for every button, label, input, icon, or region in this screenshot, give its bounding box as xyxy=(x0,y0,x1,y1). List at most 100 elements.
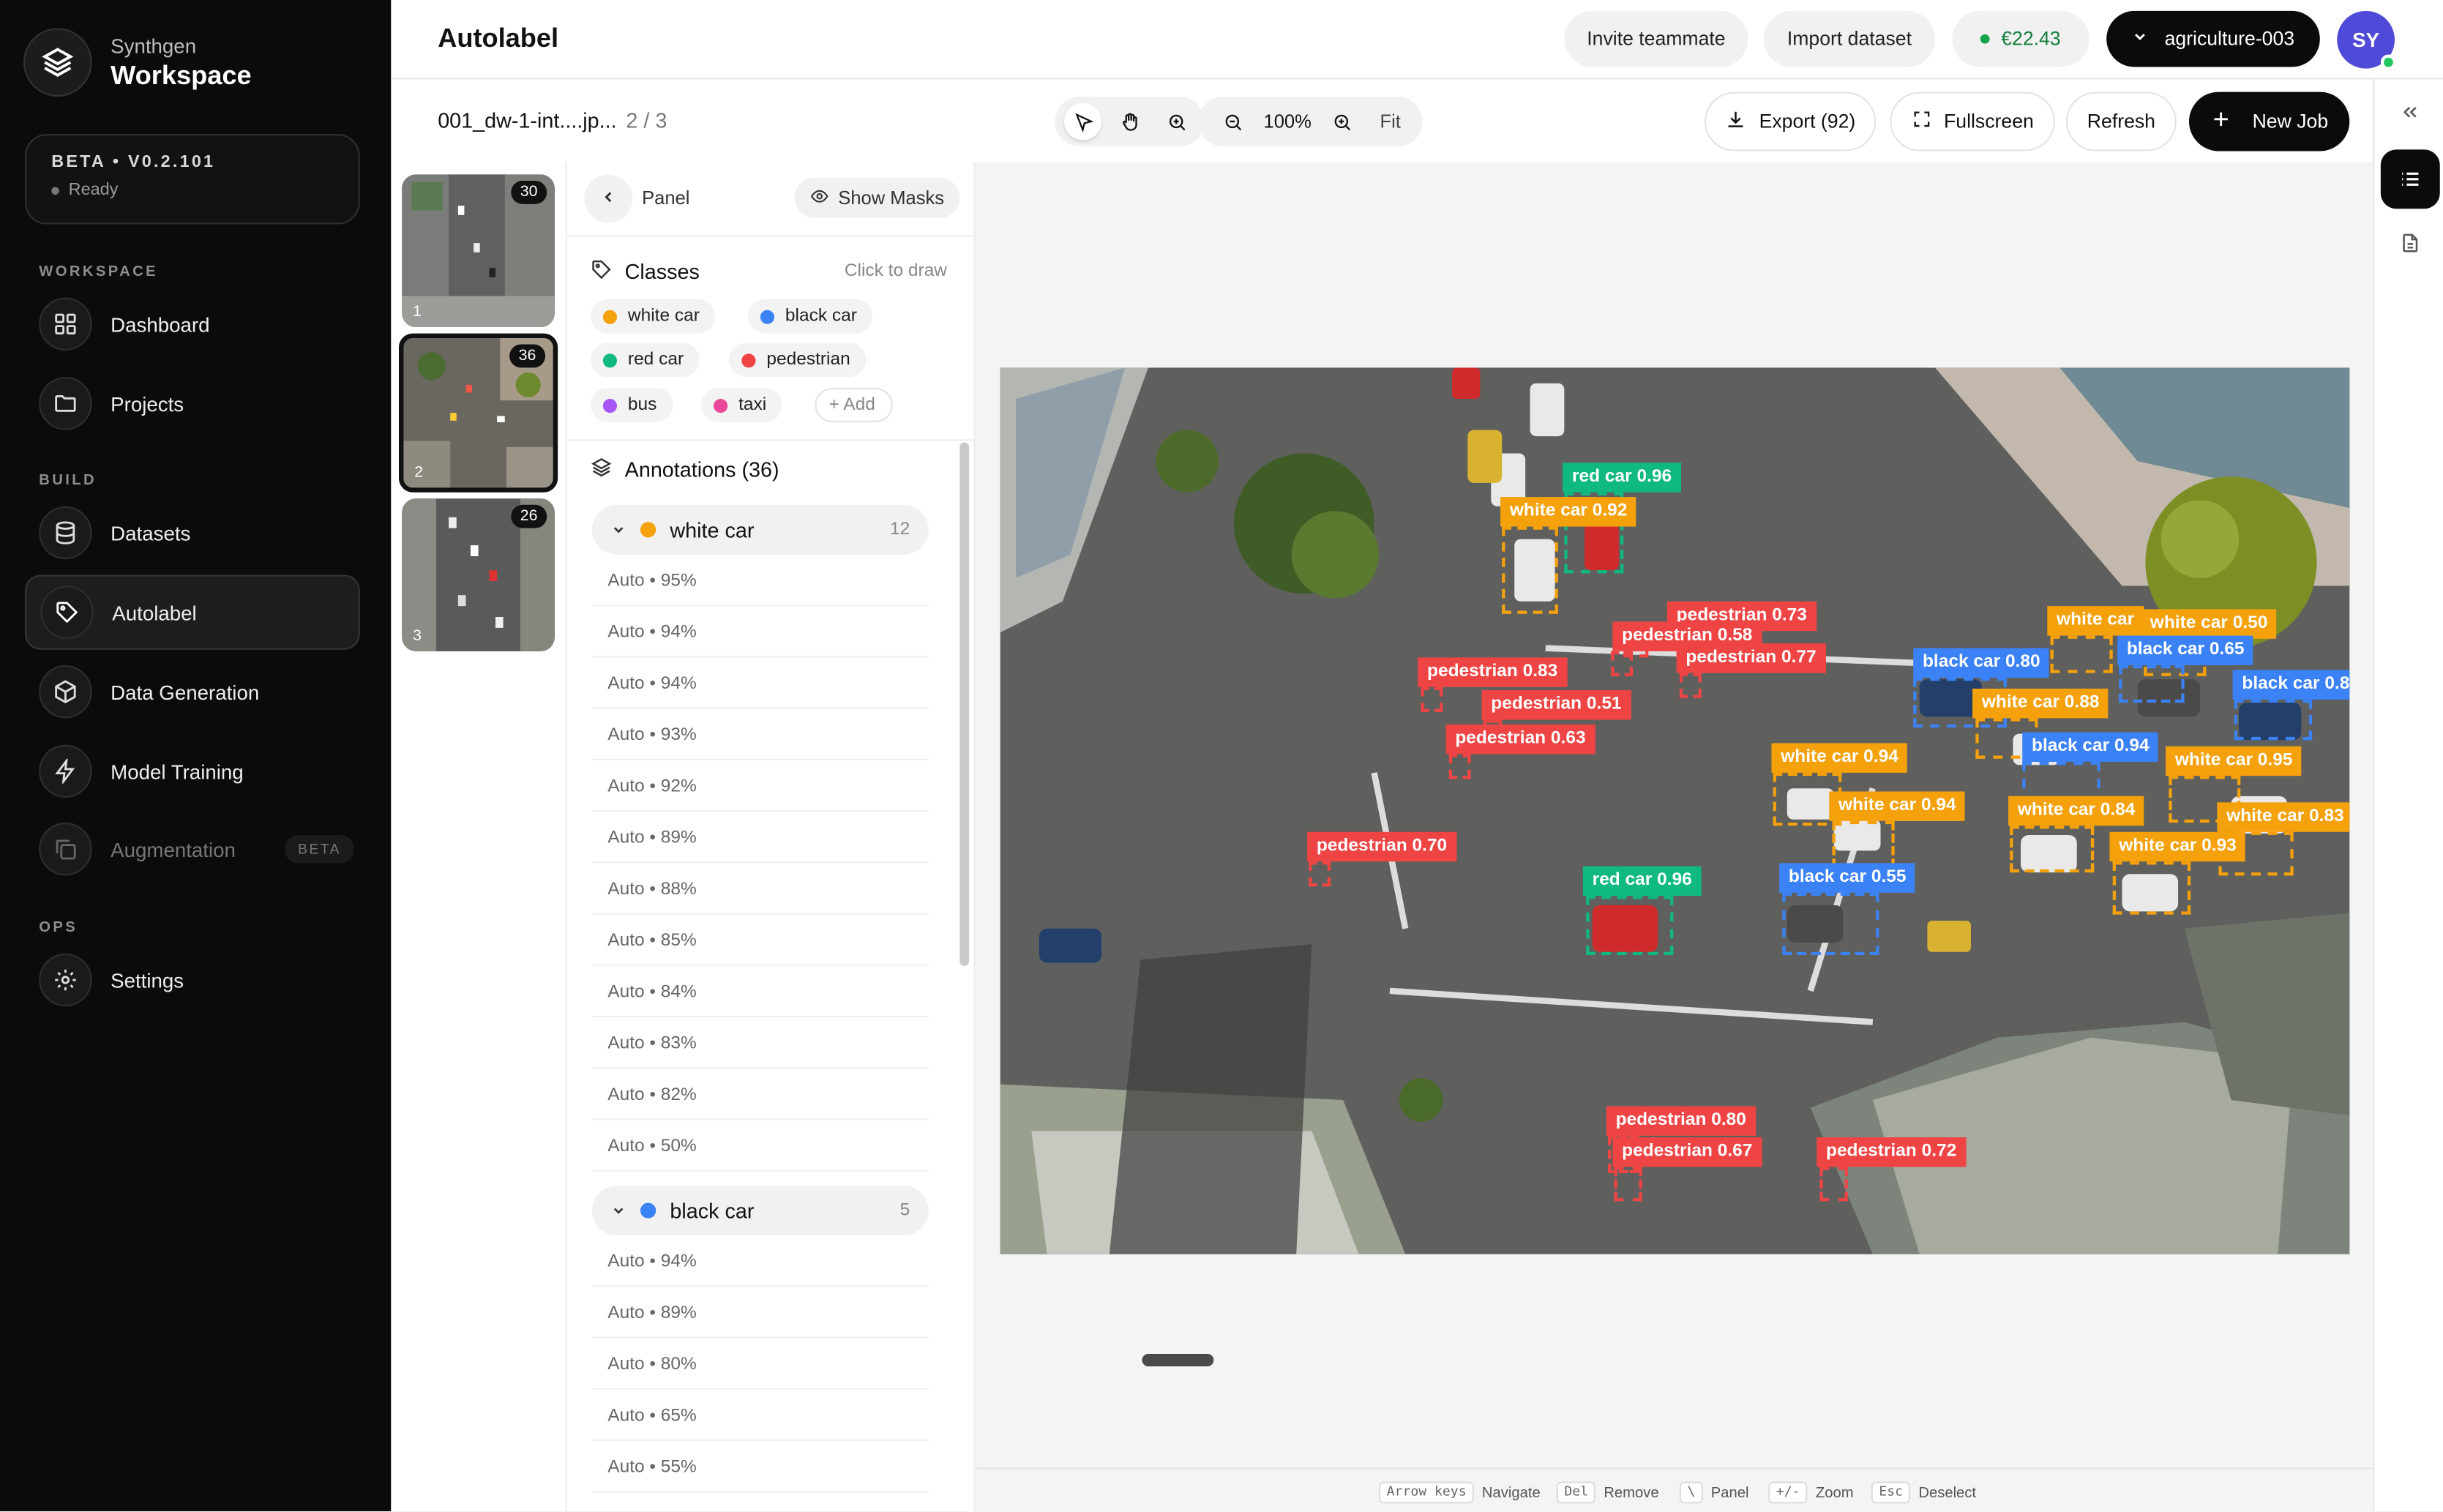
class-chip-red-car[interactable]: red car xyxy=(590,343,700,378)
import-dataset-button[interactable]: Import dataset xyxy=(1763,10,1936,67)
detection-box[interactable] xyxy=(1421,686,1443,712)
annotation-row[interactable]: Auto • 84% xyxy=(591,966,929,1018)
detection-label[interactable]: black car 0.55 xyxy=(1779,863,1916,893)
detection-label[interactable]: white car 0.92 xyxy=(1500,497,1637,527)
aerial-image[interactable]: red car 0.96 white car 0.92 pedestrian 0.7… xyxy=(1000,367,2350,1254)
thumbnail-1[interactable]: 30 1 xyxy=(402,174,555,328)
sidebar-item-projects[interactable]: Projects xyxy=(25,366,360,441)
zoom-in-icon[interactable] xyxy=(1324,103,1361,141)
sidebar-item-data-generation[interactable]: Data Generation xyxy=(25,654,360,729)
zoom-out-icon[interactable] xyxy=(1213,103,1251,141)
detection-box[interactable] xyxy=(2050,635,2113,673)
annotation-row[interactable]: Auto • 88% xyxy=(591,863,929,915)
class-chip-white-car[interactable]: white car xyxy=(590,299,716,334)
refresh-button[interactable]: Refresh xyxy=(2065,91,2177,151)
detection-label[interactable]: white car 0.84 xyxy=(2008,796,2145,826)
detection-box[interactable] xyxy=(2112,861,2191,915)
detection-label[interactable]: red car 0.96 xyxy=(1563,463,1681,493)
project-selector[interactable]: agriculture-003 xyxy=(2106,10,2320,67)
detection-label[interactable]: white car 0.94 xyxy=(1771,743,1908,773)
annotation-row[interactable]: Auto • 89% xyxy=(591,812,929,864)
detection-label[interactable]: white car 0.83 xyxy=(2217,802,2350,832)
thumbnail-2[interactable]: 36 2 xyxy=(398,333,558,493)
invite-teammate-button[interactable]: Invite teammate xyxy=(1564,10,1748,67)
detection-box[interactable] xyxy=(1502,526,1558,614)
sidebar-item-model-training[interactable]: Model Training xyxy=(25,734,360,809)
detection-box[interactable] xyxy=(1309,861,1331,887)
annotation-row[interactable]: Auto • 80% xyxy=(591,1339,929,1390)
list-view-icon[interactable] xyxy=(2380,149,2440,209)
new-job-button[interactable]: New Job xyxy=(2189,91,2350,151)
detection-label[interactable]: black car 0.8 xyxy=(2232,670,2350,700)
annotation-row[interactable]: Auto • 89% xyxy=(591,1287,929,1339)
class-chip-taxi[interactable]: taxi xyxy=(700,388,782,422)
sidebar-item-augmentation[interactable]: Augmentation BETA xyxy=(25,812,360,886)
annotation-row[interactable]: Auto • 65% xyxy=(591,1390,929,1442)
detection-box[interactable] xyxy=(1448,754,1471,779)
detection-label[interactable]: black car 0.80 xyxy=(1913,648,2050,678)
show-masks-button[interactable]: Show Masks xyxy=(794,177,960,219)
detection-label[interactable]: pedestrian 0.51 xyxy=(1481,690,1631,720)
detection-box[interactable] xyxy=(1586,896,1674,955)
annotation-group-white-car[interactable]: white car 12 xyxy=(591,504,929,555)
detection-label[interactable]: pedestrian 0.77 xyxy=(1676,643,1826,673)
annotation-row[interactable]: Auto • 83% xyxy=(591,1017,929,1069)
detection-label[interactable]: red car 0.96 xyxy=(1582,866,1702,897)
detection-label[interactable]: pedestrian 0.67 xyxy=(1612,1137,1762,1167)
sidebar-item-autolabel[interactable]: Autolabel xyxy=(25,575,360,650)
collapse-rail-icon[interactable] xyxy=(2381,83,2440,142)
export-button[interactable]: Export (92) xyxy=(1704,91,1877,151)
detection-label[interactable]: white car 0.94 xyxy=(1829,791,1966,821)
sidebar-item-datasets[interactable]: Datasets xyxy=(25,495,360,570)
detection-box[interactable] xyxy=(2010,826,2095,873)
avatar[interactable]: SY xyxy=(2337,10,2397,70)
detection-label[interactable]: white car xyxy=(2047,606,2144,636)
fit-button[interactable]: Fit xyxy=(1374,111,1407,132)
detection-box[interactable] xyxy=(1611,651,1634,676)
detection-label[interactable]: white car 0.88 xyxy=(1972,688,2109,719)
class-chip-pedestrian[interactable]: pedestrian xyxy=(729,343,867,378)
hand-tool-icon[interactable] xyxy=(1111,103,1148,141)
annotation-row[interactable]: Auto • 92% xyxy=(591,760,929,812)
panel-scrollbar[interactable] xyxy=(959,442,970,966)
annotation-row[interactable]: Auto • 82% xyxy=(591,1068,929,1120)
credits-badge[interactable]: €22.43 xyxy=(1952,10,2090,67)
detection-box[interactable] xyxy=(1832,820,1895,868)
detection-label[interactable]: black car 0.94 xyxy=(2022,732,2159,762)
detection-label[interactable]: black car 0.65 xyxy=(2117,635,2254,666)
annotation-row[interactable]: Auto • 94% xyxy=(591,1235,929,1287)
class-chip-black-car[interactable]: black car xyxy=(747,299,873,334)
canvas-scroll-thumb[interactable] xyxy=(1142,1353,1214,1366)
collapse-panel-button[interactable] xyxy=(584,174,633,223)
sidebar-item-settings[interactable]: Settings xyxy=(25,943,360,1017)
annotation-row[interactable]: Auto • 94% xyxy=(591,657,929,709)
detection-box[interactable] xyxy=(1614,1167,1642,1202)
detection-label[interactable]: white car 0.50 xyxy=(2141,609,2278,639)
annotation-row[interactable]: Auto • 55% xyxy=(591,1441,929,1493)
annotation-row[interactable]: Auto • 93% xyxy=(591,709,929,760)
detection-box[interactable] xyxy=(2119,665,2185,703)
detection-box[interactable] xyxy=(1679,673,1702,698)
document-icon[interactable] xyxy=(2381,214,2440,273)
canvas-area[interactable]: red car 0.96 white car 0.92 pedestrian 0.7… xyxy=(976,162,2373,1468)
annotation-row[interactable]: Auto • 94% xyxy=(591,606,929,658)
detection-label[interactable]: pedestrian 0.70 xyxy=(1307,831,1456,862)
brand[interactable]: Synthgen Workspace xyxy=(23,28,252,97)
detection-label[interactable]: pedestrian 0.63 xyxy=(1445,724,1595,755)
zoom-tool-icon[interactable] xyxy=(1158,103,1195,141)
detection-box[interactable] xyxy=(1819,1167,1848,1202)
pointer-tool-icon[interactable] xyxy=(1063,102,1102,141)
class-chip-bus[interactable]: bus xyxy=(590,388,673,422)
fullscreen-button[interactable]: Fullscreen xyxy=(1890,91,2055,151)
annotation-group-black-car[interactable]: black car 5 xyxy=(591,1186,929,1236)
annotation-row[interactable]: Auto • 85% xyxy=(591,915,929,966)
detection-label[interactable]: white car 0.93 xyxy=(2109,831,2246,862)
detection-box[interactable] xyxy=(2234,699,2313,741)
sidebar-item-dashboard[interactable]: Dashboard xyxy=(25,287,360,362)
detection-label[interactable]: pedestrian 0.72 xyxy=(1817,1137,1967,1167)
detection-label[interactable]: pedestrian 0.83 xyxy=(1418,657,1568,687)
add-class-button[interactable]: + Add xyxy=(815,388,893,422)
thumbnail-3[interactable]: 26 3 xyxy=(402,498,555,651)
annotation-row[interactable]: Auto • 95% xyxy=(591,555,929,607)
detection-label[interactable]: white car 0.95 xyxy=(2166,746,2302,776)
